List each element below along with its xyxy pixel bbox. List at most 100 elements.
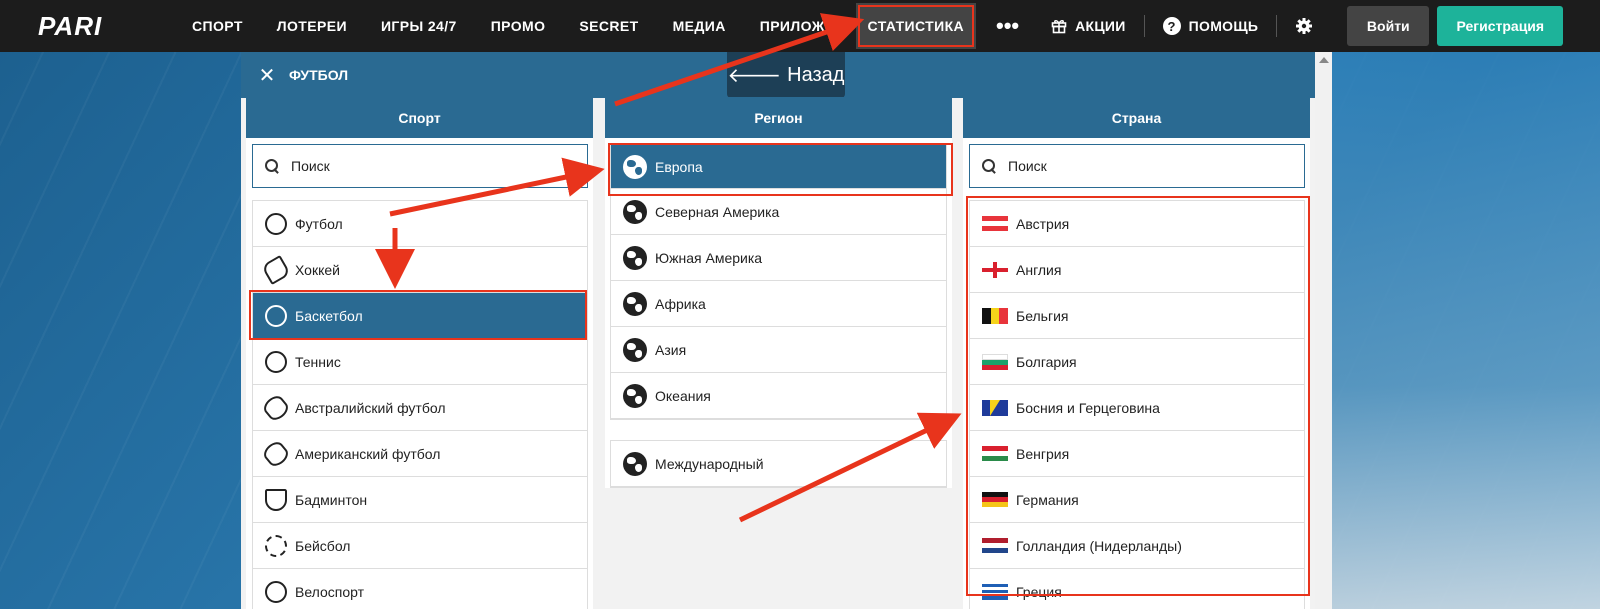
list-item-label: Велоспорт bbox=[295, 583, 365, 600]
nav-item-games[interactable]: ИГРЫ 24/7 bbox=[364, 0, 474, 52]
list-item-label: Международный bbox=[655, 455, 764, 472]
sport-item-hockey[interactable]: Хоккей bbox=[253, 247, 587, 293]
gear-icon bbox=[1296, 18, 1313, 34]
country-column: Страна Поиск Австрия Англия Бельгия Болг… bbox=[963, 97, 1310, 609]
list-item-label: Бадминтон bbox=[295, 491, 368, 508]
sport-list: Футбол Хоккей Баскетбол Теннис Австралий… bbox=[252, 200, 588, 609]
list-item-label: Греция bbox=[1016, 583, 1062, 600]
bicycle-icon bbox=[265, 580, 287, 603]
more-menu-icon[interactable]: ••• bbox=[982, 13, 1033, 39]
sport-item-cycling[interactable]: Велоспорт bbox=[253, 569, 587, 609]
nav-right: АКЦИИ ? ПОМОЩЬ Войти Регистрация bbox=[1033, 0, 1564, 52]
list-item-label: Австрия bbox=[1016, 215, 1070, 232]
germany-flag-icon bbox=[982, 491, 1008, 508]
list-item-label: Европа bbox=[655, 158, 703, 175]
sport-item-badminton[interactable]: Бадминтон bbox=[253, 477, 587, 523]
region-item-international[interactable]: Международный bbox=[611, 441, 946, 487]
sport-search-placeholder: Поиск bbox=[291, 158, 330, 174]
nav-item-statistics[interactable]: СТАТИСТИКА bbox=[855, 3, 977, 49]
login-button[interactable]: Войти bbox=[1347, 6, 1430, 46]
back-label: Назад bbox=[787, 63, 845, 86]
register-button[interactable]: Регистрация bbox=[1437, 6, 1564, 46]
nav-item-promo[interactable]: ПРОМО bbox=[474, 0, 563, 52]
nav-item-secret[interactable]: SECRET bbox=[562, 0, 655, 52]
back-button[interactable]: 🡐 Назад bbox=[727, 52, 845, 98]
region-item-south-america[interactable]: Южная Америка bbox=[611, 235, 946, 281]
nav-item-lottery[interactable]: ЛОТЕРЕИ bbox=[260, 0, 364, 52]
globe-icon bbox=[623, 383, 647, 408]
main-nav: СПОРТ ЛОТЕРЕИ ИГРЫ 24/7 ПРОМО SECRET МЕД… bbox=[175, 0, 1033, 52]
scroll-up-icon[interactable] bbox=[1318, 57, 1329, 63]
region-item-oceania[interactable]: Океания bbox=[611, 373, 946, 419]
globe-icon bbox=[623, 245, 647, 270]
country-item-netherlands[interactable]: Голландия (Нидерланды) bbox=[970, 523, 1304, 569]
list-item-label: Болгария bbox=[1016, 353, 1077, 370]
help-link[interactable]: ? ПОМОЩЬ bbox=[1145, 0, 1277, 52]
sport-item-baseball[interactable]: Бейсбол bbox=[253, 523, 587, 569]
region-list: Европа Северная Америка Южная Америка Аф… bbox=[610, 144, 947, 420]
country-item-bulgaria[interactable]: Болгария bbox=[970, 339, 1304, 385]
nav-item-sport[interactable]: СПОРТ bbox=[175, 0, 260, 52]
top-navbar: PARI СПОРТ ЛОТЕРЕИ ИГРЫ 24/7 ПРОМО SECRE… bbox=[0, 0, 1600, 52]
gift-icon bbox=[1051, 20, 1067, 34]
scrollbar[interactable] bbox=[1315, 52, 1332, 609]
basketball-icon bbox=[265, 304, 287, 327]
sport-search-input[interactable]: Поиск bbox=[252, 144, 588, 188]
region-international-list: Международный bbox=[610, 440, 947, 488]
country-item-greece[interactable]: Греция bbox=[970, 569, 1304, 609]
globe-icon bbox=[623, 154, 647, 179]
hungary-flag-icon bbox=[982, 445, 1008, 462]
settings-button[interactable] bbox=[1277, 0, 1331, 52]
globe-icon bbox=[623, 451, 647, 476]
bosnia-flag-icon bbox=[982, 399, 1008, 416]
hockey-puck-icon bbox=[260, 254, 292, 285]
globe-icon bbox=[623, 337, 647, 362]
panel-title: ФУТБОЛ bbox=[289, 67, 349, 83]
list-item-label: Германия bbox=[1016, 491, 1079, 508]
sport-item-american-football[interactable]: Американский футбол bbox=[253, 431, 587, 477]
belgium-flag-icon bbox=[982, 307, 1009, 324]
country-search-input[interactable]: Поиск bbox=[969, 144, 1305, 188]
search-icon bbox=[265, 159, 279, 173]
sport-item-basketball[interactable]: Баскетбол bbox=[253, 293, 587, 339]
close-icon[interactable]: ✕ bbox=[257, 63, 277, 88]
sport-item-football[interactable]: Футбол bbox=[253, 201, 587, 247]
country-item-germany[interactable]: Германия bbox=[970, 477, 1304, 523]
country-item-austria[interactable]: Австрия bbox=[970, 201, 1304, 247]
sport-item-tennis[interactable]: Теннис bbox=[253, 339, 587, 385]
search-icon bbox=[982, 159, 996, 173]
region-item-north-america[interactable]: Северная Америка bbox=[611, 189, 946, 235]
sport-item-australian-football[interactable]: Австралийский футбол bbox=[253, 385, 587, 431]
region-item-asia[interactable]: Азия bbox=[611, 327, 946, 373]
region-item-europe[interactable]: Европа bbox=[611, 145, 946, 189]
background-right bbox=[1300, 52, 1600, 609]
shuttlecock-icon bbox=[265, 488, 287, 511]
region-column-header: Регион bbox=[605, 97, 952, 138]
austria-flag-icon bbox=[982, 215, 1008, 232]
nav-item-media[interactable]: МЕДИА bbox=[656, 0, 743, 52]
help-icon: ? bbox=[1162, 17, 1181, 35]
tennis-ball-icon bbox=[265, 350, 287, 373]
list-item-label: Бейсбол bbox=[295, 537, 351, 554]
region-column: Регион Европа Северная Америка Южная Аме… bbox=[605, 97, 952, 488]
region-item-africa[interactable]: Африка bbox=[611, 281, 946, 327]
list-item-label: Теннис bbox=[295, 353, 341, 370]
promotions-link[interactable]: АКЦИИ bbox=[1033, 0, 1144, 52]
logo[interactable]: PARI bbox=[0, 0, 175, 52]
promotions-label: АКЦИИ bbox=[1075, 18, 1126, 34]
country-item-hungary[interactable]: Венгрия bbox=[970, 431, 1304, 477]
list-item-label: Венгрия bbox=[1016, 445, 1070, 462]
country-item-england[interactable]: Англия bbox=[970, 247, 1304, 293]
list-item-label: Голландия (Нидерланды) bbox=[1016, 537, 1182, 554]
list-item-label: Африка bbox=[655, 295, 706, 312]
nav-item-apps[interactable]: ПРИЛОЖЕ bbox=[743, 0, 852, 52]
soccer-ball-icon bbox=[265, 212, 287, 235]
globe-icon bbox=[623, 291, 647, 316]
list-item-label: Австралийский футбол bbox=[295, 399, 446, 416]
country-item-belgium[interactable]: Бельгия bbox=[970, 293, 1304, 339]
list-item-label: Южная Америка bbox=[655, 249, 763, 266]
england-flag-icon bbox=[982, 261, 1008, 278]
country-item-bosnia[interactable]: Босния и Герцеговина bbox=[970, 385, 1304, 431]
list-item-label: Азия bbox=[655, 341, 687, 358]
country-list: Австрия Англия Бельгия Болгария Босния и… bbox=[969, 200, 1305, 609]
